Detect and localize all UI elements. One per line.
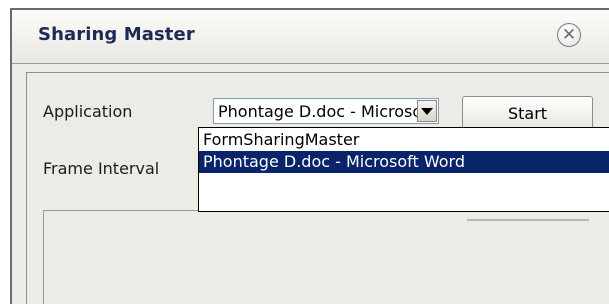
combobox-dropdown-button[interactable] [417, 100, 437, 122]
window-title: Sharing Master [38, 24, 195, 45]
application-combobox-value: Phontage D.doc - Microsoft Word [218, 102, 438, 121]
close-button[interactable]: ✕ [557, 23, 581, 47]
chevron-down-icon [421, 107, 433, 115]
dropdown-option-formsharingmaster[interactable]: FormSharingMaster [199, 129, 609, 151]
frame-interval-label: Frame Interval [43, 159, 160, 178]
start-button[interactable]: Start [462, 96, 593, 130]
application-combobox[interactable]: Phontage D.doc - Microsoft Word [213, 98, 439, 124]
application-label: Application [43, 102, 133, 121]
close-icon: ✕ [561, 24, 577, 45]
screen: Sharing Master ✕ Application Phontage D.… [0, 0, 609, 304]
title-bar[interactable]: Sharing Master ✕ [12, 10, 609, 64]
application-dropdown-list[interactable]: FormSharingMaster Phontage D.doc - Micro… [198, 127, 609, 212]
dropdown-option-phontage-doc[interactable]: Phontage D.doc - Microsoft Word [199, 151, 609, 173]
preview-group-box [43, 210, 609, 304]
